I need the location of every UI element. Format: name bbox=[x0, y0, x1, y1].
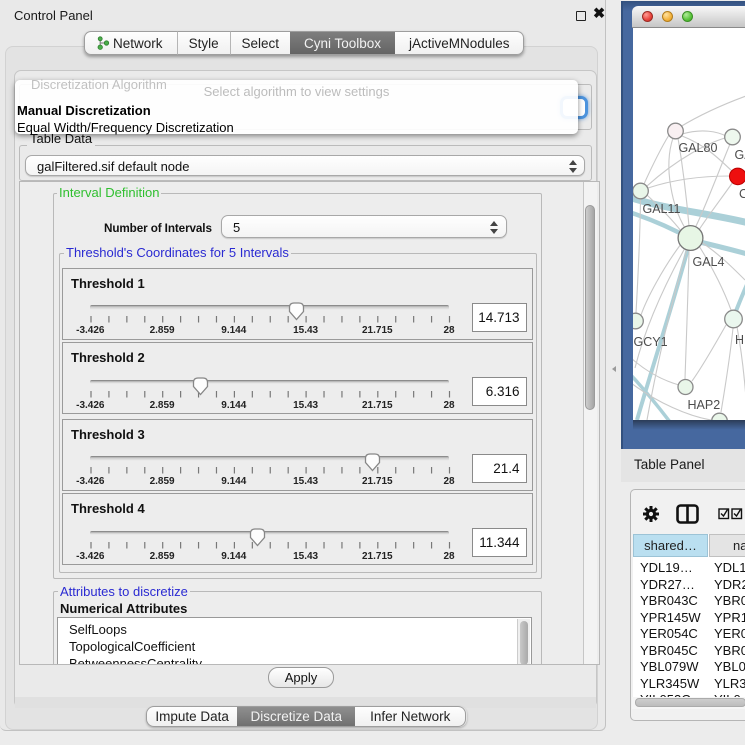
svg-text:GAL11: GAL11 bbox=[642, 202, 680, 216]
svg-text:GAL4: GAL4 bbox=[692, 255, 724, 269]
svg-text:HI: HI bbox=[735, 333, 745, 347]
svg-text:GCY1: GCY1 bbox=[633, 335, 667, 349]
svg-text:GAL80: GAL80 bbox=[678, 141, 717, 155]
svg-text:HAP2: HAP2 bbox=[687, 398, 720, 412]
svg-text:CD: CD bbox=[739, 187, 745, 201]
svg-text:GA: GA bbox=[734, 148, 745, 162]
